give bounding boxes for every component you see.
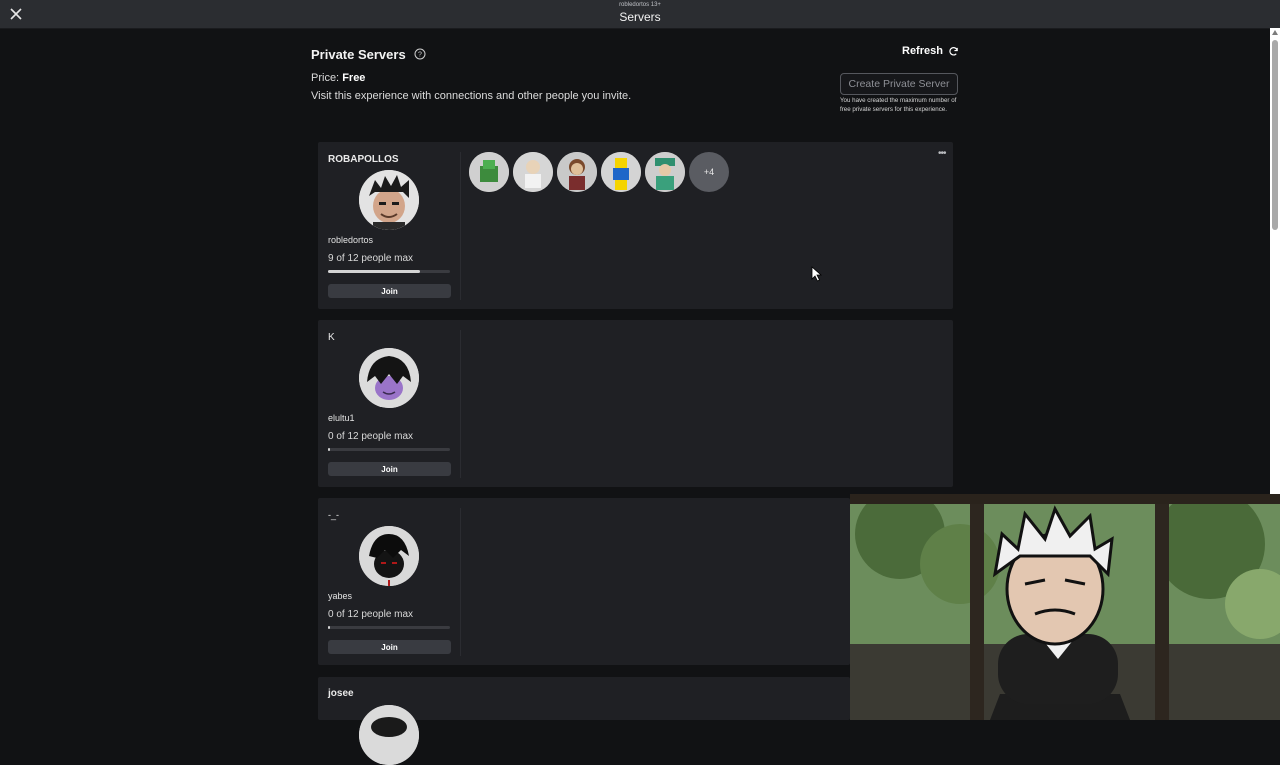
player-avatar[interactable] (557, 152, 597, 192)
page-title: Private Servers (311, 47, 406, 62)
help-icon[interactable]: ? (414, 48, 426, 60)
owner-avatar[interactable] (359, 526, 419, 586)
occupancy-bar-fill (328, 270, 420, 273)
owner-name[interactable]: elultu1 (328, 413, 355, 423)
join-button[interactable]: Join (328, 284, 451, 298)
owner-avatar[interactable] (359, 348, 419, 408)
price-value: Free (342, 72, 366, 84)
more-options-icon[interactable]: ••• (938, 148, 946, 159)
server-card: ROBAPOLLOS robledortos 9 of 12 people ma… (318, 142, 953, 309)
player-avatar[interactable] (469, 152, 509, 192)
window-subtitle: robledortos 13+ (619, 2, 661, 8)
window-title: Servers (619, 10, 661, 24)
server-name: ROBAPOLLOS (328, 154, 399, 165)
scroll-up-arrow-icon[interactable] (1272, 30, 1278, 35)
server-card: -_- yabes 0 of 12 people max Join (318, 498, 850, 665)
scrollbar[interactable] (1270, 28, 1280, 494)
refresh-icon (949, 46, 958, 56)
occupancy-text: 0 of 12 people max (328, 609, 414, 620)
player-avatar[interactable] (513, 152, 553, 192)
refresh-button[interactable]: Refresh (902, 45, 959, 57)
occupancy-bar (328, 626, 450, 629)
description-text: Visit this experience with connections a… (311, 90, 632, 102)
price-info: Price: Free (311, 72, 365, 84)
svg-text:?: ? (418, 52, 422, 59)
server-name: K (328, 332, 335, 343)
player-avatar[interactable] (645, 152, 685, 192)
occupancy-bar (328, 270, 450, 273)
owner-name[interactable]: robledortos (328, 235, 373, 245)
occupancy-bar (328, 448, 450, 451)
owner-name[interactable]: yabes (328, 591, 352, 601)
webcam-overlay (850, 494, 1280, 720)
join-button[interactable]: Join (328, 462, 451, 476)
card-divider (460, 330, 461, 478)
occupancy-bar-fill (328, 448, 330, 451)
refresh-label: Refresh (902, 45, 943, 57)
card-divider (460, 152, 461, 300)
price-label: Price: (311, 72, 340, 84)
server-card: K elultu1 0 of 12 people max Join (318, 320, 953, 487)
create-private-server-button[interactable]: Create Private Server (840, 73, 958, 95)
occupancy-text: 0 of 12 people max (328, 431, 414, 442)
owner-avatar[interactable] (359, 170, 419, 230)
player-avatar[interactable] (601, 152, 641, 192)
owner-avatar[interactable] (359, 705, 419, 765)
server-name: -_- (328, 510, 339, 520)
join-button[interactable]: Join (328, 640, 451, 654)
occupancy-text: 9 of 12 people max (328, 253, 414, 264)
title-bar: robledortos 13+ Servers (0, 0, 1280, 29)
server-card: josee (318, 677, 850, 765)
server-name: josee (328, 688, 354, 699)
scroll-thumb[interactable] (1272, 40, 1278, 230)
occupancy-bar-fill (328, 626, 330, 629)
create-limit-note: You have created the maximum number of f… (840, 97, 957, 113)
mouse-cursor-icon (811, 266, 823, 282)
player-list: +4 (469, 152, 729, 192)
more-players-badge[interactable]: +4 (689, 152, 729, 192)
card-divider (460, 508, 461, 656)
